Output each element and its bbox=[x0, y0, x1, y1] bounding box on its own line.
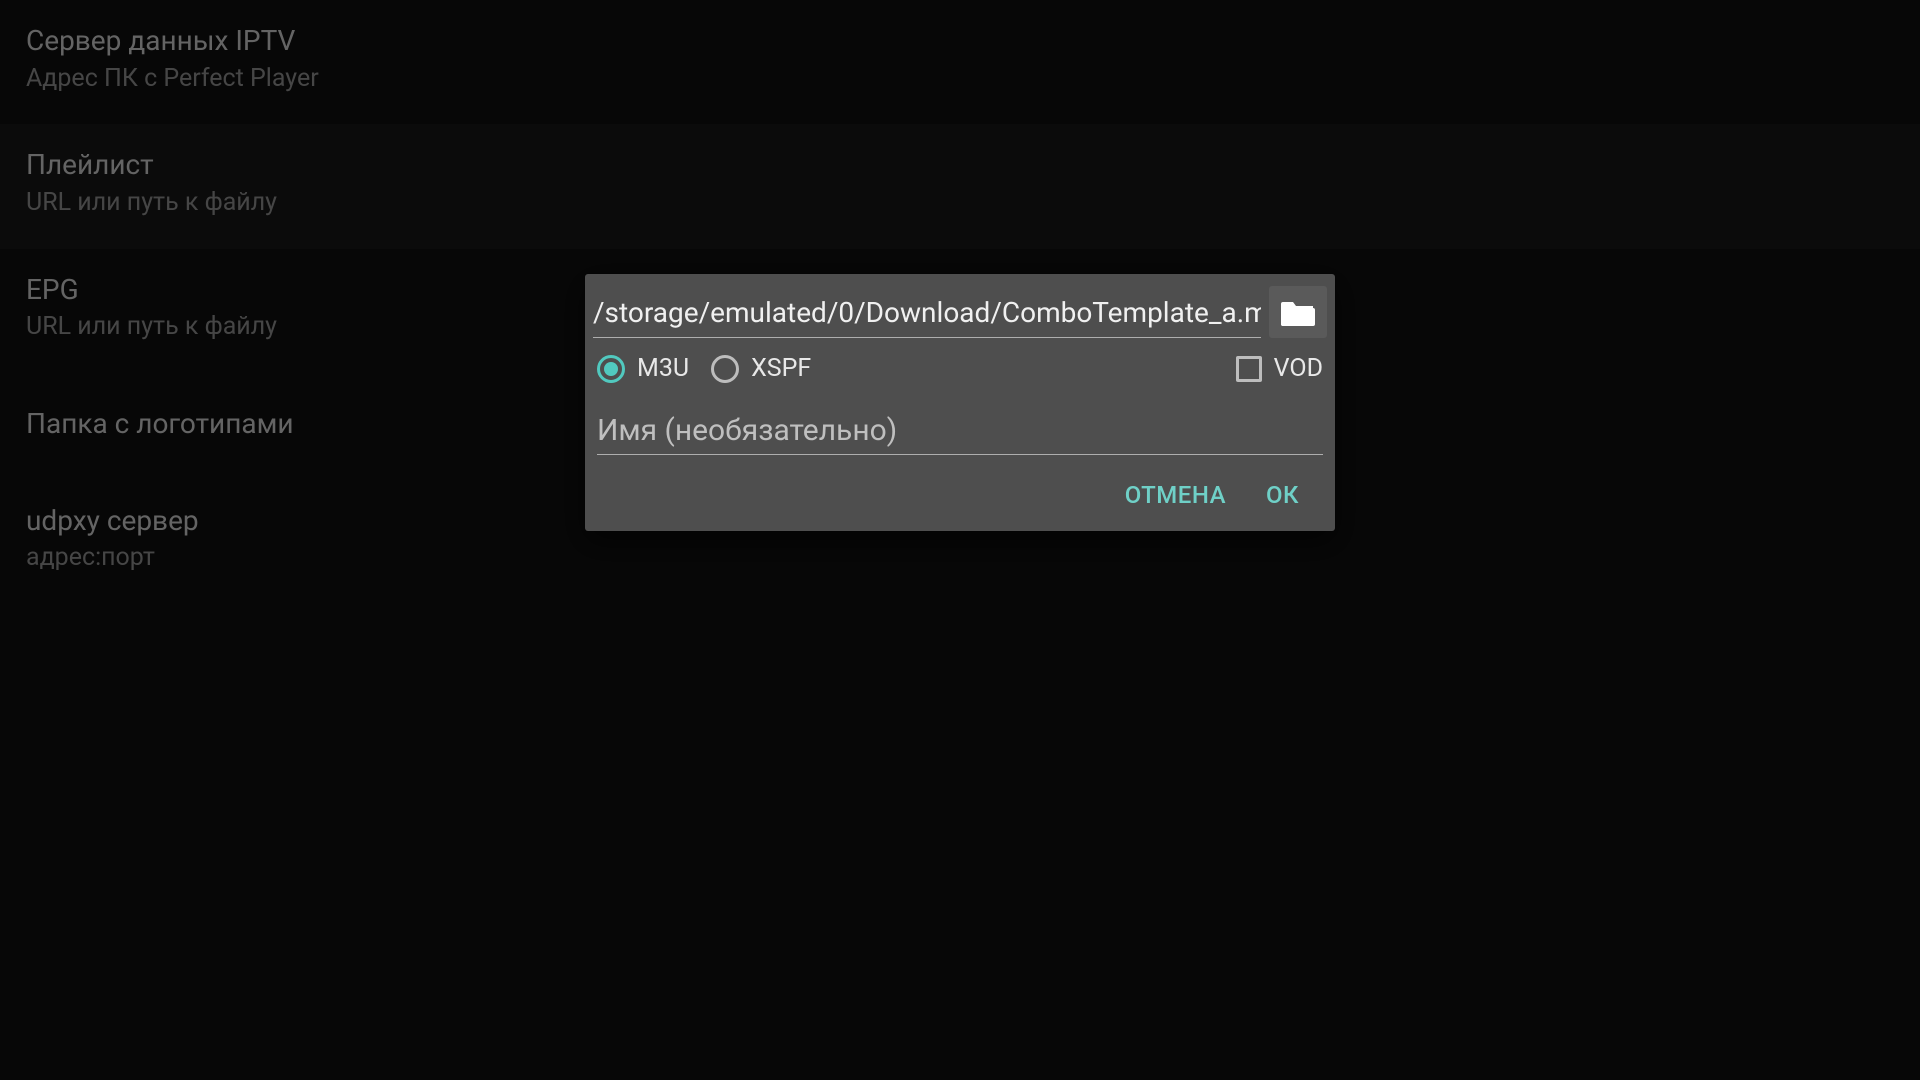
playlist-dialog: M3U XSPF VOD ОТМЕНА ОК bbox=[585, 274, 1335, 531]
checkbox-vod[interactable]: VOD bbox=[1236, 354, 1323, 383]
folder-icon bbox=[1281, 298, 1315, 326]
radio-icon bbox=[711, 355, 739, 383]
radio-label: M3U bbox=[637, 354, 689, 383]
format-options-row: M3U XSPF VOD bbox=[593, 338, 1327, 395]
checkbox-icon bbox=[1236, 356, 1262, 382]
checkbox-label: VOD bbox=[1274, 354, 1323, 383]
path-row bbox=[593, 282, 1327, 338]
playlist-name-input[interactable] bbox=[597, 399, 1323, 455]
modal-scrim bbox=[0, 0, 1920, 1080]
ok-button[interactable]: ОК bbox=[1266, 481, 1299, 509]
dialog-actions: ОТМЕНА ОК bbox=[593, 455, 1327, 523]
cancel-button[interactable]: ОТМЕНА bbox=[1125, 481, 1226, 509]
radio-icon bbox=[597, 355, 625, 383]
radio-label: XSPF bbox=[751, 354, 811, 383]
radio-m3u[interactable]: M3U bbox=[597, 354, 689, 383]
browse-button[interactable] bbox=[1269, 286, 1327, 338]
radio-xspf[interactable]: XSPF bbox=[711, 354, 811, 383]
playlist-path-input[interactable] bbox=[593, 284, 1261, 338]
